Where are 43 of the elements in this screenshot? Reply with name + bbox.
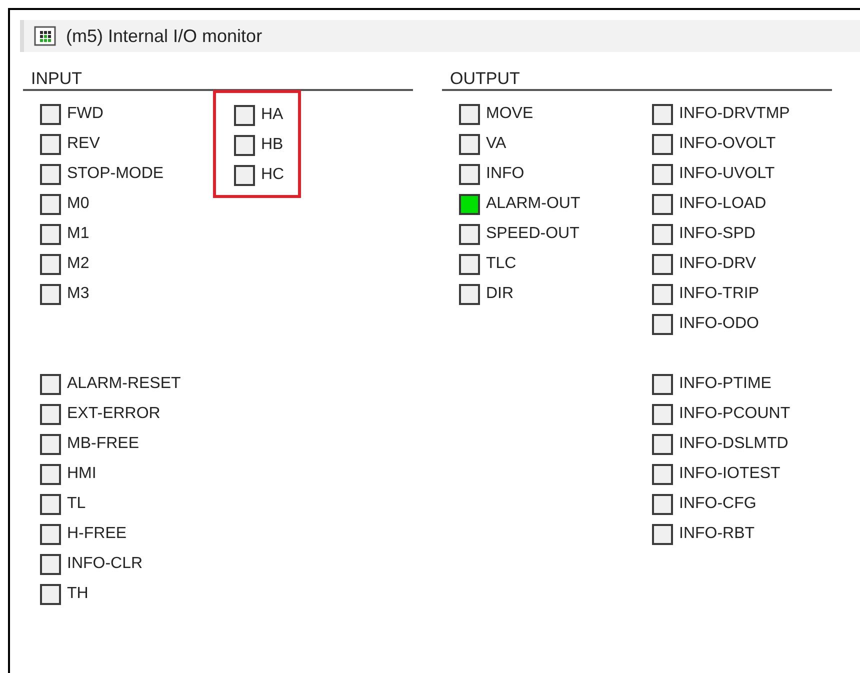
signal-label: HA [261, 105, 284, 125]
window-title: (m5) Internal I/O monitor [66, 24, 262, 48]
signal-label: INFO-SPD [679, 224, 756, 244]
signal-label: INFO-UVOLT [679, 164, 775, 184]
section-heading: INPUT [30, 68, 83, 89]
signal-label: M0 [67, 194, 90, 214]
signal-label: INFO-PCOUNT [679, 404, 790, 424]
signal-label: INFO-CLR [67, 554, 143, 574]
signal-label: HB [261, 135, 284, 155]
signal-label: H-FREE [67, 524, 127, 544]
signal-label: SPEED-OUT [486, 224, 580, 244]
signal-label: HC [261, 165, 284, 185]
signal-label: EXT-ERROR [67, 404, 160, 424]
signal-label: TL [67, 494, 86, 514]
signal-label: ALARM-OUT [486, 194, 580, 214]
signal-label: INFO-IOTEST [679, 464, 780, 484]
section-heading: OUTPUT [449, 68, 521, 89]
signal-label: TLC [486, 254, 516, 274]
signal-label: INFO-ODO [679, 314, 759, 334]
signal-label: ALARM-RESET [67, 374, 181, 394]
signal-label: REV [67, 134, 100, 154]
signal-label: M3 [67, 284, 90, 304]
signal-label: HMI [67, 464, 96, 484]
grid-icon [34, 26, 56, 46]
signal-label: TH [67, 584, 88, 604]
signal-label: INFO [486, 164, 524, 184]
signal-label: INFO-RBT [679, 524, 755, 544]
signal-label: INFO-CFG [679, 494, 756, 514]
signal-label: INFO-LOAD [679, 194, 766, 214]
signal-label: INFO-OVOLT [679, 134, 776, 154]
signal-label: INFO-DSLMTD [679, 434, 788, 454]
signal-label: DIR [486, 284, 514, 304]
signal-label: MOVE [486, 104, 534, 124]
signal-label: MB-FREE [67, 434, 139, 454]
signal-label: INFO-DRVTMP [679, 104, 790, 124]
signal-label: STOP-MODE [67, 164, 164, 184]
signal-label: M1 [67, 224, 90, 244]
signal-label: M2 [67, 254, 90, 274]
signal-label: INFO-TRIP [679, 284, 759, 304]
signal-label: VA [486, 134, 506, 154]
signal-label: FWD [67, 104, 104, 124]
signal-label: INFO-PTIME [679, 374, 772, 394]
signal-label: INFO-DRV [679, 254, 756, 274]
